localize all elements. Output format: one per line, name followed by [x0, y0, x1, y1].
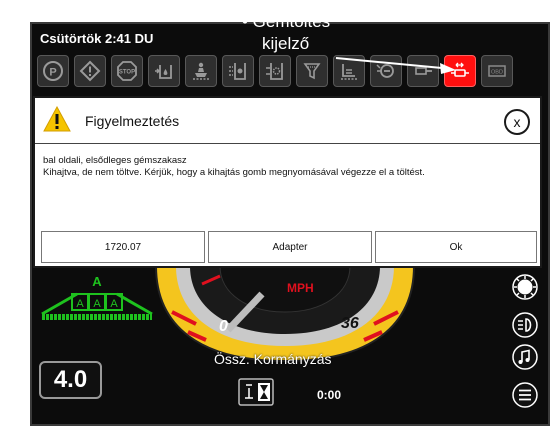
- filter-icon[interactable]: [296, 55, 328, 87]
- speed-min-label: 0: [219, 318, 228, 335]
- stop-icon[interactable]: STOP: [111, 55, 143, 87]
- boom-section-1: A: [76, 298, 84, 310]
- datetime-label: Csütörtök 2:41 DU: [40, 31, 154, 46]
- ok-button[interactable]: Ok: [375, 231, 537, 263]
- fan-icon[interactable]: [259, 55, 291, 87]
- brightness-icon[interactable]: [511, 273, 539, 301]
- obd-icon[interactable]: OBD: [481, 55, 513, 87]
- warning-dialog: Figyelmeztetés x bal oldali, elsődleges …: [33, 96, 542, 268]
- dialog-button-row: 1720.07 Adapter Ok: [41, 231, 537, 263]
- gear-icon[interactable]: [370, 55, 402, 87]
- version-display: 4.0: [39, 361, 102, 399]
- value-button[interactable]: 1720.07: [41, 231, 205, 263]
- boom-section-2: A: [93, 298, 101, 310]
- boom-top-letter: A: [92, 274, 102, 289]
- speed-max-label: 36: [341, 315, 359, 332]
- hydraulic-icon[interactable]: [222, 55, 254, 87]
- headlight-icon[interactable]: [511, 311, 539, 339]
- speed-unit: MPH: [287, 281, 314, 295]
- dialog-header: Figyelmeztetés x: [35, 98, 540, 144]
- callout-line2: kijelző: [262, 34, 310, 53]
- boom-fill-icon[interactable]: [444, 55, 476, 87]
- svg-text:P: P: [49, 67, 56, 79]
- spray-icon[interactable]: [333, 55, 365, 87]
- steering-label: Össz. Kormányzás: [214, 351, 332, 367]
- adapter-button[interactable]: Adapter: [208, 231, 372, 263]
- operator-seat-icon[interactable]: [185, 55, 217, 87]
- boom-display: A A A A: [41, 274, 153, 320]
- svg-text:STOP: STOP: [119, 70, 135, 76]
- dialog-close-button[interactable]: x: [504, 109, 530, 135]
- timer-value: 0:00: [317, 388, 342, 402]
- dialog-message-line1: bal oldali, elsődleges gémszakasz: [43, 155, 187, 166]
- warning-icon[interactable]: [74, 55, 106, 87]
- cylinder-icon[interactable]: [407, 55, 439, 87]
- boom-fill-callout: • Gémtöltés kijelző: [242, 11, 372, 55]
- music-icon[interactable]: [511, 343, 539, 371]
- dialog-title: Figyelmeztetés: [85, 113, 180, 129]
- hourglass-button[interactable]: [238, 378, 274, 406]
- callout-line1: • Gémtöltés: [242, 12, 331, 31]
- menu-icon[interactable]: [511, 381, 539, 409]
- warning-triangle-icon: [43, 106, 71, 132]
- boom-section-3: A: [110, 298, 118, 310]
- tank-fill-icon[interactable]: [148, 55, 180, 87]
- svg-text:OBD: OBD: [491, 70, 503, 76]
- dialog-message: bal oldali, elsődleges gémszakasz Kihajt…: [43, 155, 425, 179]
- parking-brake-icon[interactable]: P: [37, 55, 69, 87]
- dialog-message-line2: Kihajtva, de nem töltve. Kérjük, hogy a …: [43, 167, 425, 178]
